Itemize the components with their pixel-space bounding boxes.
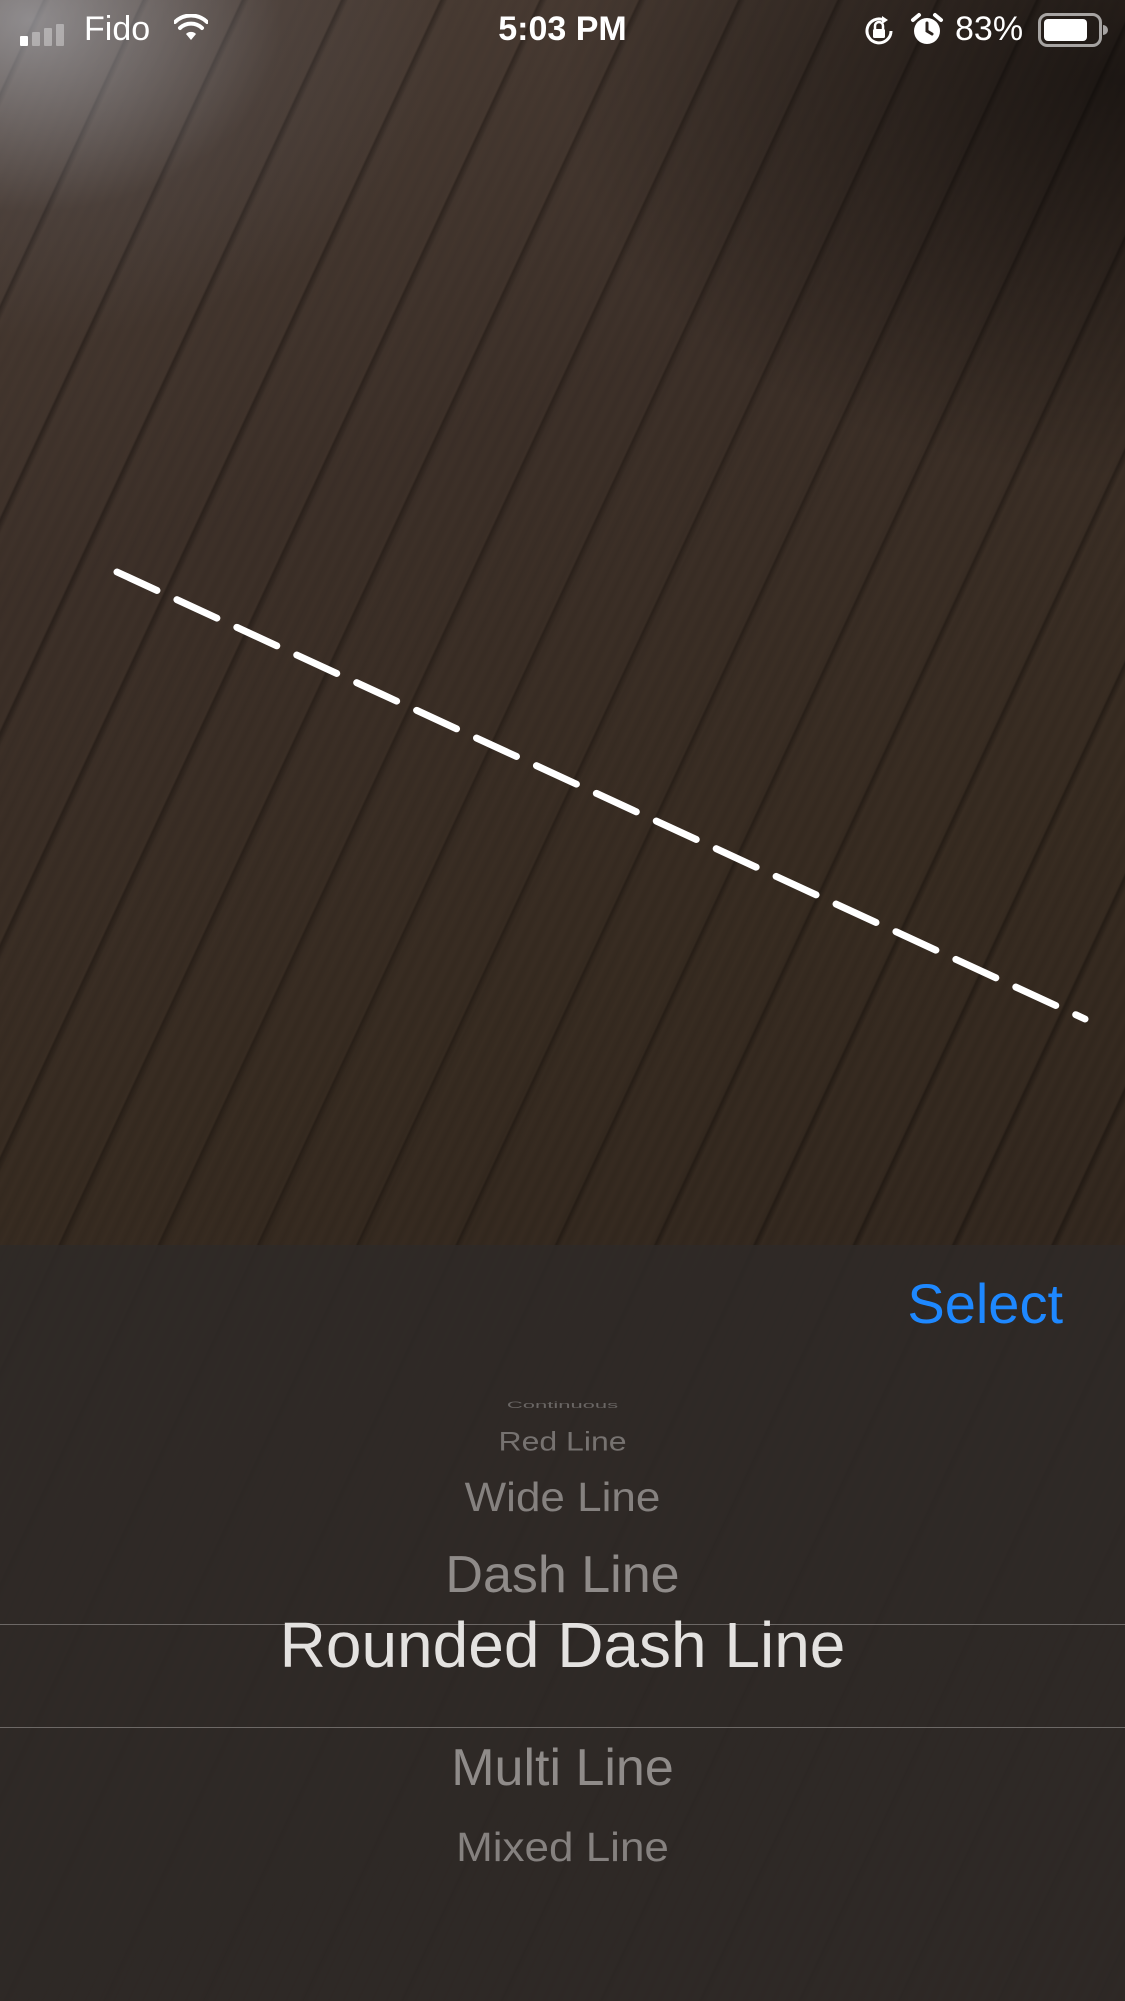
line-style-picker-panel: Select Continuous Red Line Wide Line Das… — [0, 1245, 1125, 2001]
battery-percentage: 83% — [955, 10, 1024, 48]
picker-option[interactable]: Dash Line — [0, 1545, 1125, 1605]
picker-option[interactable]: Wide Line — [0, 1475, 1125, 1521]
picker-option[interactable]: Continuous — [0, 1400, 1125, 1410]
battery-icon — [1038, 13, 1108, 47]
selection-divider-bottom — [0, 1727, 1125, 1728]
line-style-picker[interactable]: Continuous Red Line Wide Line Dash Line … — [0, 1245, 1125, 2001]
picker-option[interactable]: Red Line — [0, 1426, 1125, 1457]
picker-option-selected[interactable]: Rounded Dash Line — [0, 1608, 1125, 1682]
ar-dashed-line — [113, 568, 1089, 1023]
orientation-lock-icon — [865, 16, 893, 45]
picker-option[interactable]: Mixed Line — [0, 1825, 1125, 1871]
picker-option[interactable]: Multi Line — [0, 1738, 1125, 1798]
alarm-icon — [911, 13, 943, 44]
status-bar: Fido 5:03 PM 83% — [0, 0, 1125, 62]
